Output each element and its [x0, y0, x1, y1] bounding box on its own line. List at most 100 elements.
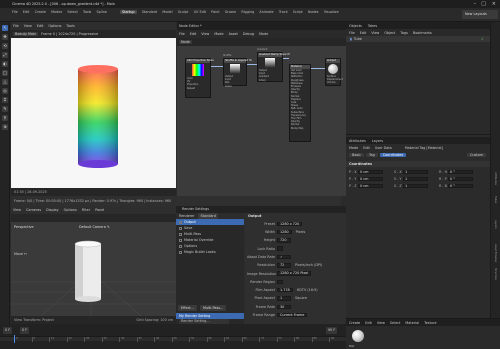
camera-select[interactable]: Beauty Main [13, 32, 39, 36]
node-port[interactable]: Green [224, 85, 246, 88]
start-frame-field[interactable]: 0 F [3, 327, 13, 334]
end-frame-field[interactable]: 90 F [326, 327, 338, 334]
render-setting-button[interactable]: Render Setting... [179, 319, 229, 324]
field-value[interactable]: 72 [277, 263, 291, 268]
node-menu-mode[interactable]: Mode [259, 32, 268, 36]
graph-node[interactable]: Shuffle & Layered Ta Output Input Red Green [223, 58, 252, 88]
obj-menu-object[interactable]: Object [384, 31, 395, 35]
field-value[interactable]: 30 [277, 304, 291, 309]
rs-button[interactable]: Multi-Pass... [200, 305, 227, 311]
coord-value[interactable]: 1 [403, 176, 428, 182]
viewport-camera[interactable]: Default Camera ✎ [79, 225, 110, 229]
custom-select[interactable]: Custom [467, 152, 486, 157]
layout-model[interactable]: Model [162, 10, 172, 14]
perspective-viewport[interactable]: Perspective Default Camera ✎ Move ↔ [11, 222, 176, 316]
layout-groom[interactable]: Groom [225, 10, 236, 14]
coord-value[interactable]: 0 ° [448, 169, 473, 175]
field-unit[interactable]: Square [295, 296, 307, 300]
node-graph[interactable]: C4D Projection Node Color UV Projection Repe… [177, 46, 346, 196]
attr-menu-mode[interactable]: Mode [349, 146, 358, 150]
maximize-icon[interactable]: □ [481, 1, 486, 7]
layout-standard[interactable]: Standard [142, 10, 157, 14]
node-menu-view[interactable]: View [201, 32, 209, 36]
render-viewport[interactable] [11, 38, 176, 188]
attr-menu-user-data[interactable]: User Data [375, 146, 392, 150]
layout-script[interactable]: Script [293, 10, 303, 14]
graph-node[interactable]: Gradient Ramp Slope Pr Output Input Gradien… [257, 52, 290, 82]
node-port[interactable]: Repeat [186, 87, 210, 90]
field-value[interactable]: 1280 x 720 [277, 221, 303, 226]
mat-menu-material[interactable]: Material [405, 321, 419, 325]
field-value[interactable]: 1 [277, 296, 291, 301]
graph-node[interactable]: Output Surface Displacement Volume [325, 58, 343, 86]
material-preview[interactable] [352, 330, 364, 342]
field-unit[interactable]: Pixels [296, 230, 306, 234]
menu-select[interactable]: Select [67, 10, 77, 14]
obj-menu-file[interactable]: File [349, 31, 355, 35]
obj-menu-tags[interactable]: Tags [400, 31, 408, 35]
tool-icon[interactable]: △ [2, 79, 8, 85]
layout-rigging[interactable]: Rigging [241, 10, 254, 14]
tool-icon[interactable]: ⤢ [2, 52, 8, 58]
tool-icon[interactable]: ⟲ [2, 43, 8, 49]
side-tab-structure[interactable]: Structure [494, 268, 497, 280]
mat-menu-create[interactable]: Create [349, 321, 360, 325]
layout-paint[interactable]: Paint [211, 10, 219, 14]
mat-menu-view[interactable]: View [377, 321, 385, 325]
renderview-menu-file[interactable]: File [13, 24, 19, 28]
rs-button[interactable]: Effect... [178, 305, 197, 311]
coord-value[interactable]: 0 cm [358, 176, 383, 182]
tool-icon[interactable]: ✎ [2, 106, 8, 112]
menu-file[interactable]: File [12, 10, 18, 14]
checkbox[interactable] [179, 220, 182, 224]
coord-value[interactable]: 1 [403, 183, 428, 189]
timeline-ruler[interactable]: 0 5 10 15 20 25 30 35 40 45 50 55 60 65 70 75 80 85 90 [0, 336, 346, 342]
checkbox[interactable] [179, 244, 182, 248]
attr-top-tab-attributes[interactable]: Attributes [349, 139, 366, 143]
mat-menu-select[interactable]: Select [390, 321, 400, 325]
menu-modes[interactable]: Modes [51, 10, 62, 14]
tool-icon[interactable]: ◎ [2, 88, 8, 94]
field-value[interactable]: 1280 x 720 Pixel [277, 271, 312, 276]
viewport-menu-view[interactable]: View [13, 208, 21, 212]
node-port[interactable]: Interp [258, 79, 282, 82]
tool-icon[interactable]: ⌗ [2, 97, 8, 103]
field-value[interactable]: ✓ [277, 254, 291, 260]
tool-icon[interactable]: □ [2, 70, 8, 76]
coord-value[interactable]: 0 cm [358, 169, 383, 175]
coord-value[interactable]: 0 cm [358, 183, 383, 189]
menu-create[interactable]: Create [35, 10, 46, 14]
tool-icon[interactable]: ⊕ [2, 124, 8, 130]
tool-icon[interactable]: ✥ [2, 34, 8, 40]
tool-icon[interactable]: ◐ [2, 61, 8, 67]
renderview-menu-tools[interactable]: Tools [66, 24, 74, 28]
viewport-menu-cameras[interactable]: Cameras [26, 208, 41, 212]
layout-animate[interactable]: Animate [259, 10, 273, 14]
viewport-menu-panel[interactable]: Panel [95, 208, 104, 212]
renderview-menu-view[interactable]: View [24, 24, 32, 28]
renderview-menu-edit[interactable]: Edit [37, 24, 44, 28]
field-checkbox[interactable] [277, 279, 283, 285]
checkbox[interactable] [179, 232, 182, 236]
mat-menu-edit[interactable]: Edit [365, 321, 372, 325]
node-tab[interactable]: Node [179, 40, 192, 44]
current-frame-field[interactable]: 0 F [20, 327, 30, 334]
checkbox[interactable] [179, 238, 182, 242]
node-menu-edit[interactable]: Edit [190, 32, 197, 36]
attr-tab-basic[interactable]: Basic [349, 152, 364, 157]
layout-nodes[interactable]: Nodes [308, 10, 319, 14]
graph-node[interactable]: C4D Projection Node Color UV Projection Repe… [185, 58, 214, 98]
renderview-menu-options[interactable]: Options [48, 24, 61, 28]
checkbox[interactable] [179, 226, 182, 230]
field-value[interactable]: 1280 [277, 229, 292, 235]
graph-node[interactable]: Material Out Color Base Color Reflection Rou… [289, 64, 311, 142]
obj-menu-bookmarks[interactable]: Bookmarks [413, 31, 432, 35]
field-unit[interactable]: Pixels/Inch (DPI) [295, 263, 322, 267]
viewport-menu-display[interactable]: Display [46, 208, 59, 212]
attr-tab-coordinates[interactable]: Coordinates [379, 152, 407, 157]
coord-value[interactable]: 1 [403, 169, 428, 175]
viewport-menu-filter[interactable]: Filter [82, 208, 90, 212]
tool-icon[interactable]: ⚲ [2, 115, 8, 121]
menu-edit[interactable]: Edit [23, 10, 30, 14]
layout-uv-edit[interactable]: UV Edit [194, 10, 206, 14]
